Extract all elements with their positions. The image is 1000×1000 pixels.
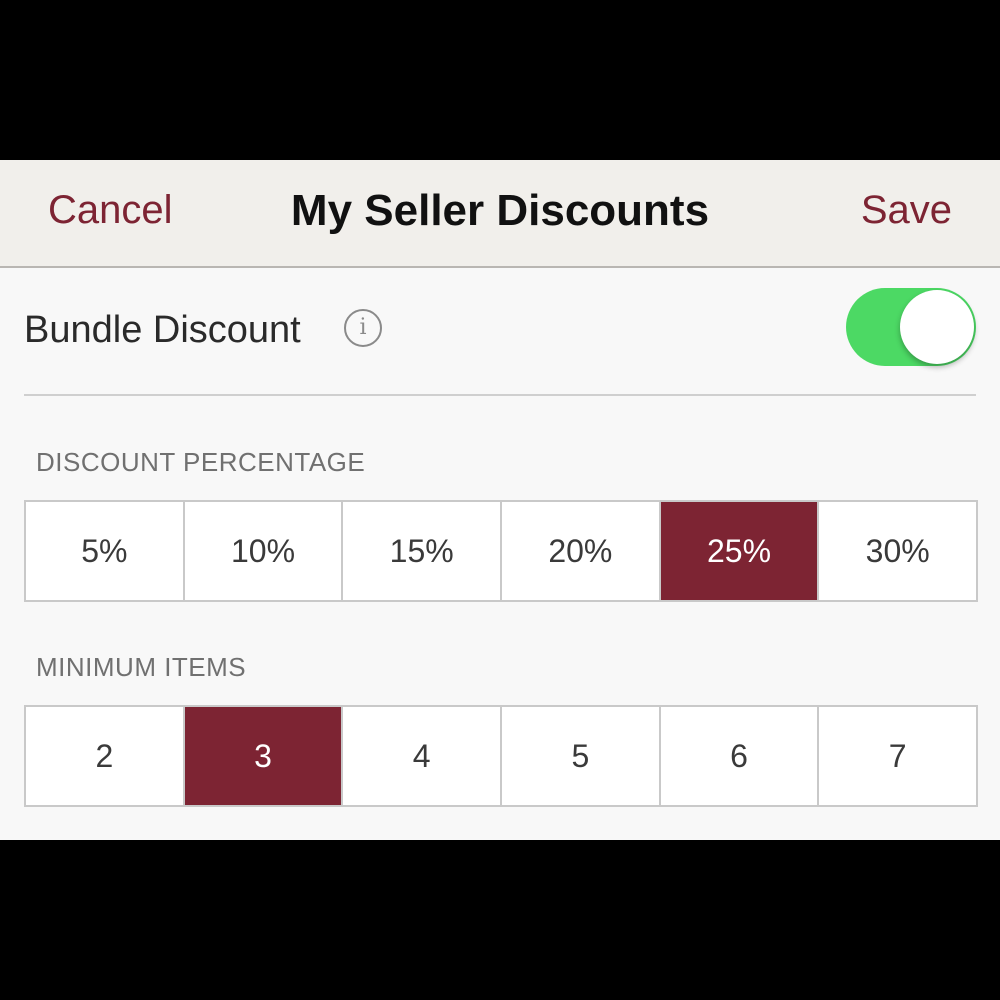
bundle-discount-label: Bundle Discount — [24, 309, 301, 351]
save-button[interactable]: Save — [861, 188, 952, 233]
bundle-discount-toggle[interactable] — [846, 288, 976, 366]
discount-option[interactable]: 25% — [660, 502, 820, 600]
minimum-items-option[interactable]: 2 — [26, 707, 185, 805]
discount-percentage-selector: 5% 10% 15% 20% 25% 30% — [24, 500, 978, 602]
discount-option[interactable]: 30% — [819, 502, 976, 600]
discount-option[interactable]: 10% — [185, 502, 344, 600]
minimum-items-option[interactable]: 4 — [343, 707, 503, 805]
info-icon[interactable]: i — [344, 309, 382, 347]
navigation-bar: Cancel My Seller Discounts Save — [0, 160, 1000, 268]
minimum-items-option[interactable]: 7 — [819, 707, 976, 805]
bundle-discount-row: Bundle Discount i — [24, 268, 976, 396]
minimum-items-option[interactable]: 5 — [502, 707, 661, 805]
discount-option[interactable]: 5% — [26, 502, 185, 600]
page-title: My Seller Discounts — [290, 186, 710, 235]
minimum-items-label: MINIMUM ITEMS — [36, 652, 247, 682]
toggle-knob — [900, 290, 974, 364]
minimum-items-option[interactable]: 3 — [184, 707, 344, 805]
seller-discounts-screen: Cancel My Seller Discounts Save Bundle D… — [0, 160, 1000, 840]
discount-option[interactable]: 20% — [502, 502, 661, 600]
discount-percentage-label: DISCOUNT PERCENTAGE — [36, 447, 366, 477]
minimum-items-selector: 2 3 4 5 6 7 — [24, 705, 978, 807]
minimum-items-option[interactable]: 6 — [661, 707, 820, 805]
discount-option[interactable]: 15% — [343, 502, 503, 600]
